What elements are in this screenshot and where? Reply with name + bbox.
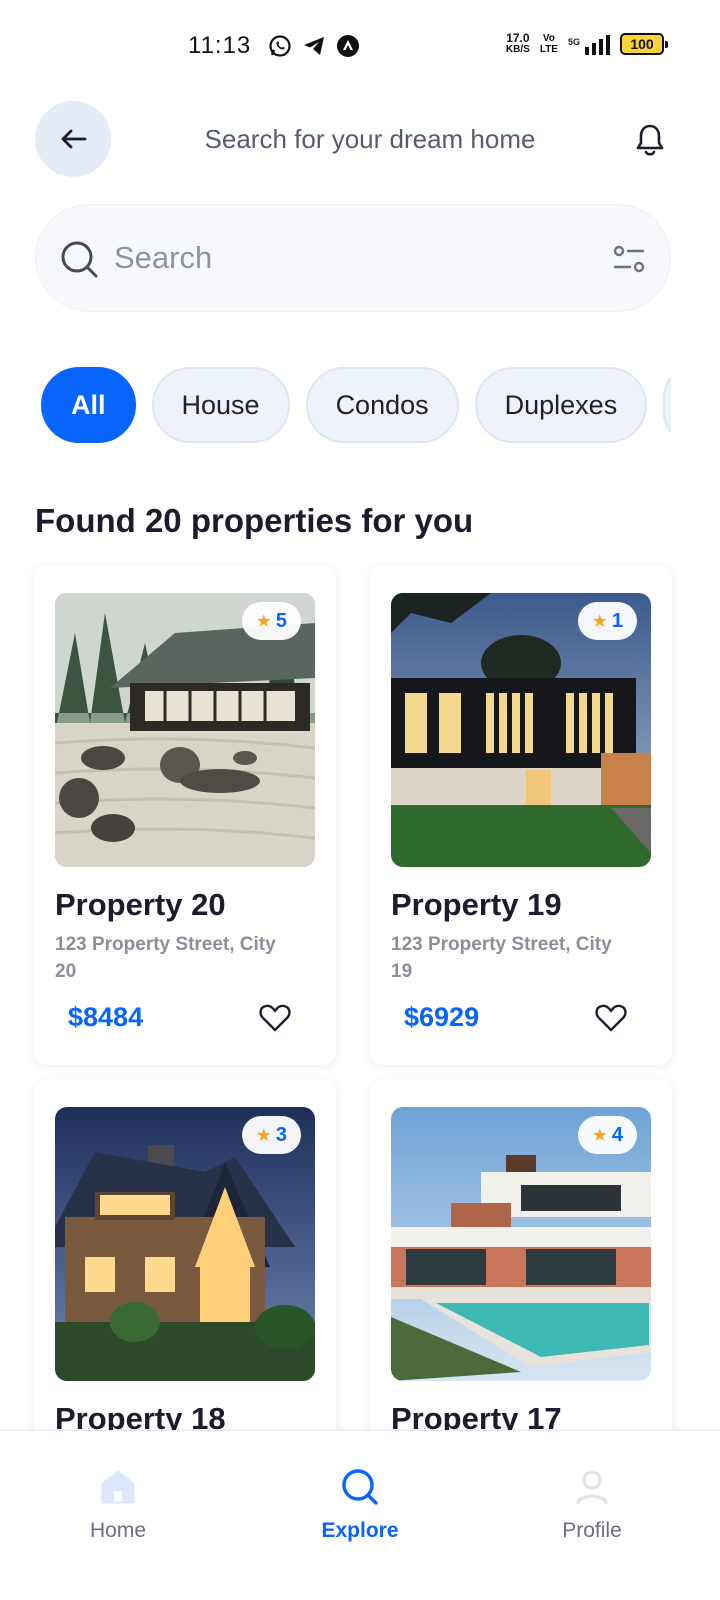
property-address: 123 Property Street, City 20 — [55, 934, 276, 982]
bell-icon — [636, 124, 664, 156]
rating-badge: ★ 4 — [577, 1116, 637, 1154]
nav-profile[interactable]: Profile — [522, 1463, 662, 1543]
filter-icon[interactable] — [612, 243, 646, 275]
property-image: ★ 1 — [391, 593, 651, 867]
heart-icon[interactable] — [594, 1001, 628, 1035]
heart-icon[interactable] — [258, 1001, 292, 1035]
results-title: Found 20 properties for you — [35, 502, 474, 539]
rating-badge: ★ 1 — [577, 602, 637, 640]
rating-badge: ★ 3 — [241, 1116, 301, 1154]
battery-icon: 100 — [620, 33, 668, 55]
explore-screen: 11:13 17.0 KB/S Vo LTE 5G 100 Search for… — [0, 0, 720, 1600]
search-icon — [61, 241, 98, 278]
status-time: 11:13 — [188, 32, 252, 59]
star-icon: ★ — [591, 1124, 608, 1145]
volte-indicator: Vo LTE — [539, 33, 558, 55]
arrow-left-icon — [61, 129, 87, 149]
star-icon: ★ — [255, 610, 272, 631]
back-button[interactable] — [35, 101, 111, 177]
category-chips: All House Condos Duplexes — [41, 367, 671, 443]
property-image: ★ 3 — [55, 1107, 315, 1381]
rating-badge: ★ 5 — [241, 602, 301, 640]
property-price: $6929 — [404, 1002, 480, 1032]
nav-explore[interactable]: Explore — [290, 1463, 430, 1543]
profile-icon — [576, 1470, 608, 1505]
star-icon: ★ — [255, 1124, 272, 1145]
chip-condos[interactable]: Condos — [305, 367, 459, 443]
property-card[interactable]: ★ 5 Property 20 123 Property Street, Cit… — [34, 565, 336, 1065]
property-price: $8484 — [68, 1002, 144, 1032]
chip-all[interactable]: All — [41, 367, 136, 443]
property-address: 123 Property Street, City 19 — [391, 934, 612, 982]
search-bar — [35, 204, 671, 312]
chip-duplexes[interactable]: Duplexes — [474, 367, 648, 443]
chip-more[interactable] — [663, 367, 671, 443]
property-name: Property 19 — [391, 887, 562, 922]
property-image: ★ 4 — [391, 1107, 651, 1381]
signal-icon: 5G — [568, 33, 610, 55]
chip-house[interactable]: House — [151, 367, 290, 443]
whatsapp-icon — [269, 35, 291, 57]
search-icon — [342, 1469, 378, 1505]
nav-home[interactable]: Home — [48, 1463, 188, 1543]
bottom-nav: Home Explore Profile — [0, 1430, 720, 1600]
app-notification-icon — [337, 35, 359, 57]
page-title: Search for your dream home — [204, 124, 536, 154]
search-input[interactable] — [114, 235, 554, 281]
property-image: ★ 5 — [55, 593, 315, 867]
home-icon — [101, 1470, 135, 1504]
net-speed: 17.0 KB/S — [505, 31, 530, 55]
telegram-icon — [304, 37, 324, 55]
property-name: Property 20 — [55, 887, 226, 922]
star-icon: ★ — [591, 610, 608, 631]
notifications-button[interactable] — [632, 120, 668, 160]
property-card[interactable]: ★ 1 Property 19 123 Property Street, Cit… — [370, 565, 672, 1065]
status-bar: 11:13 17.0 KB/S Vo LTE 5G 100 — [0, 0, 720, 95]
